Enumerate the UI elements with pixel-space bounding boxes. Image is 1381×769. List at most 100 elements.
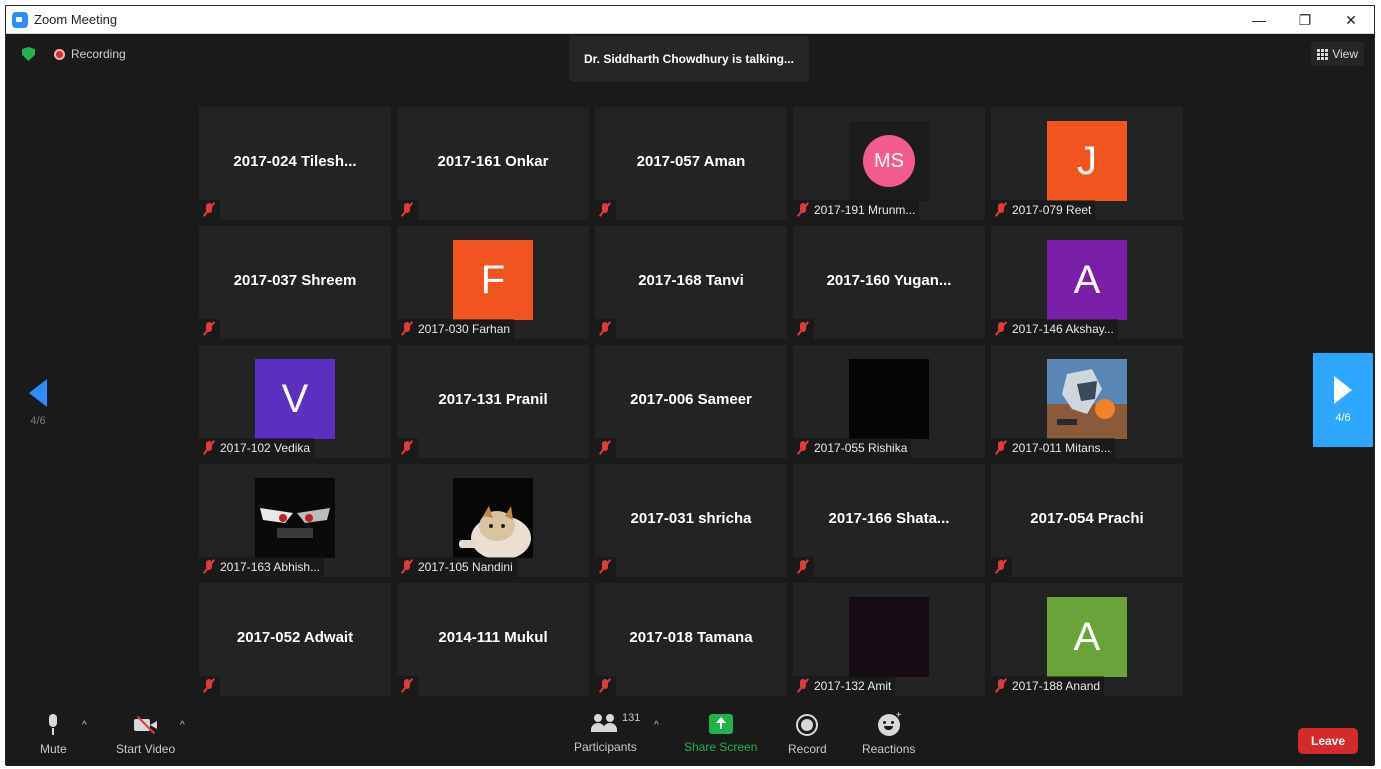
muted-mic-icon bbox=[598, 559, 612, 575]
participant-tile[interactable]: 2017-168 Tanvi bbox=[595, 226, 787, 339]
participant-name: 2017-160 Yugan... bbox=[826, 272, 952, 289]
tile-footer bbox=[595, 200, 616, 220]
audio-options-caret[interactable]: ^ bbox=[82, 720, 87, 731]
muted-mic-icon bbox=[202, 321, 216, 337]
reactions-button[interactable]: + Reactions bbox=[862, 710, 915, 756]
participant-photo bbox=[453, 478, 533, 558]
participant-tile[interactable]: 2017-037 Shreem bbox=[199, 226, 391, 339]
tile-footer: 2017-011 Mitans... bbox=[991, 438, 1115, 458]
participant-tile[interactable]: 2017-031 shricha bbox=[595, 464, 787, 577]
muted-mic-icon bbox=[994, 678, 1008, 694]
tile-footer bbox=[595, 319, 616, 339]
participant-photo bbox=[849, 359, 929, 439]
page-indicator-right: 4/6 bbox=[1335, 412, 1351, 424]
participant-footer-name: 2017-146 Akshay... bbox=[1012, 322, 1114, 336]
participants-icon bbox=[591, 714, 619, 734]
share-screen-button[interactable]: Share Screen bbox=[684, 714, 757, 754]
participant-tile[interactable]: 2014-111 Mukul bbox=[397, 583, 589, 696]
recording-indicator[interactable]: Recording bbox=[54, 47, 126, 61]
participant-name: 2017-031 shricha bbox=[630, 510, 752, 527]
muted-mic-icon bbox=[202, 202, 216, 218]
muted-mic-icon bbox=[400, 559, 414, 575]
muted-mic-icon bbox=[400, 202, 414, 218]
video-off-icon bbox=[133, 714, 159, 736]
security-shield-icon[interactable] bbox=[22, 47, 35, 61]
reactions-icon: + bbox=[877, 710, 902, 736]
participant-footer-name: 2017-102 Vedika bbox=[220, 441, 311, 455]
participants-count: 131 bbox=[622, 712, 641, 724]
meeting-area: Recording Dr. Siddharth Chowdhury is tal… bbox=[6, 34, 1374, 706]
participant-tile[interactable]: V 2017-102 Vedika bbox=[199, 345, 391, 458]
muted-mic-icon bbox=[796, 440, 810, 456]
participant-name: 2017-018 Tamana bbox=[629, 629, 753, 646]
muted-mic-icon bbox=[598, 321, 612, 337]
record-icon bbox=[796, 714, 819, 736]
participant-name: 2017-052 Adwait bbox=[236, 629, 354, 646]
participant-name: 2017-054 Prachi bbox=[1030, 510, 1144, 527]
participant-tile[interactable]: A 2017-188 Anand bbox=[991, 583, 1183, 696]
arrow-right-icon bbox=[1334, 376, 1352, 404]
start-video-label: Start Video bbox=[116, 742, 176, 756]
arrow-left-icon bbox=[29, 379, 47, 407]
participant-footer-name: 2017-030 Farhan bbox=[418, 322, 511, 336]
muted-mic-icon bbox=[400, 321, 414, 337]
tile-footer bbox=[397, 200, 418, 220]
participant-tile[interactable]: 2017-131 Pranil bbox=[397, 345, 589, 458]
participant-name: 2017-161 Onkar bbox=[437, 153, 549, 170]
avatar: F bbox=[453, 240, 533, 320]
participant-footer-name: 2017-055 Rishika bbox=[814, 441, 908, 455]
avatar: A bbox=[1047, 597, 1127, 677]
minimize-button[interactable]: — bbox=[1236, 6, 1282, 34]
avatar: V bbox=[255, 359, 335, 439]
muted-mic-icon bbox=[994, 440, 1008, 456]
previous-page-button[interactable]: 4/6 bbox=[14, 356, 62, 450]
grid-icon bbox=[1317, 48, 1329, 60]
participant-footer-name: 2017-188 Anand bbox=[1012, 679, 1101, 693]
video-options-caret[interactable]: ^ bbox=[180, 720, 185, 731]
participants-options-caret[interactable]: ^ bbox=[654, 720, 659, 731]
restore-button[interactable]: ❐ bbox=[1282, 6, 1328, 34]
participant-tile[interactable]: J 2017-079 Reet bbox=[991, 107, 1183, 220]
muted-mic-icon bbox=[598, 678, 612, 694]
tile-footer bbox=[595, 438, 616, 458]
participant-name: 2017-168 Tanvi bbox=[638, 272, 744, 289]
participant-tile[interactable]: 2017-054 Prachi bbox=[991, 464, 1183, 577]
start-video-button[interactable]: Start Video bbox=[116, 714, 175, 756]
participant-tile[interactable]: 2017-057 Aman bbox=[595, 107, 787, 220]
window-controls: — ❐ ✕ bbox=[1236, 6, 1374, 34]
mute-button[interactable]: Mute bbox=[40, 714, 67, 756]
tile-footer bbox=[199, 319, 220, 339]
next-page-button[interactable]: 4/6 bbox=[1313, 353, 1373, 447]
tile-footer bbox=[595, 557, 616, 577]
tile-footer: 2017-191 Mrunm... bbox=[793, 200, 920, 220]
participant-tile[interactable]: 2017-166 Shata... bbox=[793, 464, 985, 577]
participant-tile[interactable]: 2017-161 Onkar bbox=[397, 107, 589, 220]
participant-tile[interactable]: MS 2017-191 Mrunm... bbox=[793, 107, 985, 220]
title-bar: Zoom Meeting — ❐ ✕ bbox=[6, 6, 1374, 34]
close-button[interactable]: ✕ bbox=[1328, 6, 1374, 34]
tile-footer: 2017-163 Abhish... bbox=[199, 557, 325, 577]
view-button[interactable]: View bbox=[1311, 42, 1364, 66]
participant-tile[interactable]: 2017-160 Yugan... bbox=[793, 226, 985, 339]
participant-tile[interactable]: 2017-052 Adwait bbox=[199, 583, 391, 696]
participant-tile[interactable]: 2017-055 Rishika bbox=[793, 345, 985, 458]
participant-tile[interactable]: 2017-024 Tilesh... bbox=[199, 107, 391, 220]
muted-mic-icon bbox=[994, 202, 1008, 218]
participant-tile[interactable]: 2017-006 Sameer bbox=[595, 345, 787, 458]
tile-footer bbox=[793, 319, 814, 339]
participant-tile[interactable]: F 2017-030 Farhan bbox=[397, 226, 589, 339]
muted-mic-icon bbox=[202, 678, 216, 694]
participant-tile[interactable]: A 2017-146 Akshay... bbox=[991, 226, 1183, 339]
tile-footer bbox=[991, 557, 1012, 577]
participant-tile[interactable]: 2017-018 Tamana bbox=[595, 583, 787, 696]
record-dot-icon bbox=[54, 48, 65, 60]
participant-tile[interactable]: 2017-132 Amit bbox=[793, 583, 985, 696]
microphone-icon bbox=[47, 714, 59, 736]
muted-mic-icon bbox=[202, 559, 216, 575]
participant-tile[interactable]: 2017-105 Nandini bbox=[397, 464, 589, 577]
participant-tile[interactable]: 2017-163 Abhish... bbox=[199, 464, 391, 577]
record-button[interactable]: Record bbox=[788, 714, 827, 756]
mute-label: Mute bbox=[40, 742, 67, 756]
participant-tile[interactable]: 2017-011 Mitans... bbox=[991, 345, 1183, 458]
leave-button[interactable]: Leave bbox=[1298, 728, 1358, 754]
